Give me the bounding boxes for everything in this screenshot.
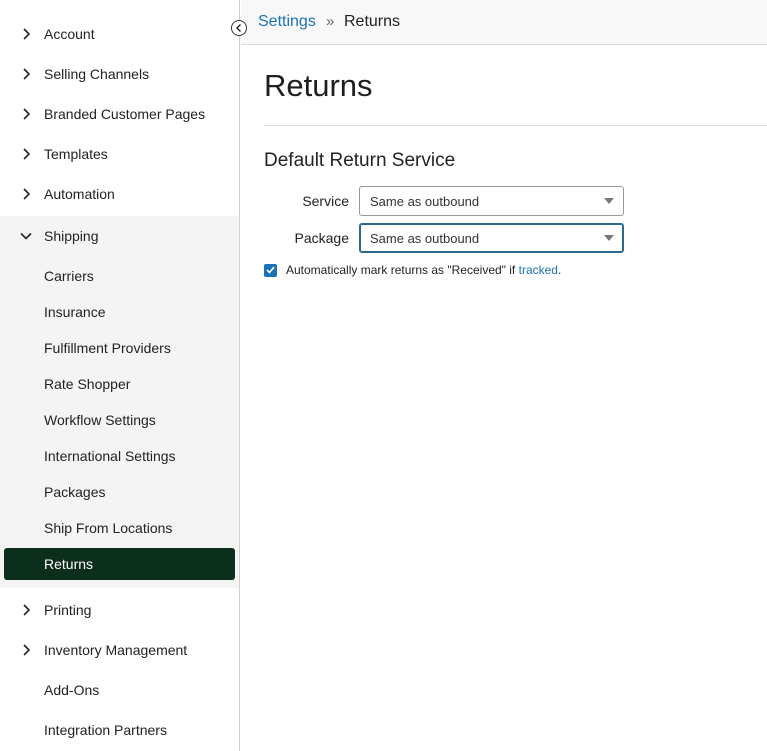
sidebar-item-label: Account (44, 26, 95, 42)
checkmark-icon (266, 266, 275, 274)
sidebar-subitem-label: Returns (44, 556, 94, 572)
service-label: Service (302, 193, 349, 209)
sidebar-item-label: Templates (44, 146, 108, 162)
sidebar-subitem-label: Carriers (44, 268, 94, 284)
sidebar-item-add-ons[interactable]: Add-Ons (0, 670, 239, 710)
sidebar-item-label: Inventory Management (44, 642, 188, 658)
sidebar-item-inventory-management[interactable]: Inventory Management (0, 630, 239, 670)
dropdown-caret-icon (604, 198, 614, 204)
sidebar-item-branded-customer-pages[interactable]: Branded Customer Pages (0, 94, 239, 134)
sidebar-subitem-international-settings[interactable]: International Settings (0, 438, 239, 474)
chevron-right-icon (18, 642, 34, 658)
package-select-value: Same as outbound (370, 230, 480, 246)
sidebar-subitem-insurance[interactable]: Insurance (0, 294, 239, 330)
sidebar-item-selling-channels[interactable]: Selling Channels (0, 54, 239, 94)
package-select[interactable]: Same as outbound (359, 223, 624, 253)
chevron-down-icon (18, 228, 34, 244)
sidebar-item-label: Integration Partners (44, 722, 167, 738)
sidebar-item-templates[interactable]: Templates (0, 134, 239, 174)
sidebar-item-label: Automation (44, 186, 115, 202)
shipping-submenu: Shipping Carriers Insurance Fulfillment … (0, 216, 239, 588)
sidebar-subitem-packages[interactable]: Packages (0, 474, 239, 510)
chevron-right-icon (18, 26, 34, 42)
breadcrumb: Settings » Returns (241, 0, 767, 45)
chevron-right-icon (18, 106, 34, 122)
chevron-left-icon (235, 23, 243, 33)
sidebar-item-printing[interactable]: Printing (0, 590, 239, 630)
auto-mark-received-checkbox[interactable] (264, 263, 277, 277)
auto-mark-received-label: Automatically mark returns as "Received"… (286, 263, 561, 277)
service-select-value: Same as outbound (370, 193, 480, 209)
breadcrumb-settings-link[interactable]: Settings (258, 13, 316, 31)
auto-mark-received-period: . (557, 263, 562, 277)
sidebar-item-label: Selling Channels (44, 66, 150, 82)
sidebar-item-automation[interactable]: Automation (0, 174, 239, 214)
sidebar-subitem-ship-from-locations[interactable]: Ship From Locations (0, 510, 239, 546)
dropdown-caret-icon (604, 235, 614, 241)
breadcrumb-separator: » (326, 13, 335, 30)
sidebar-subitem-returns[interactable]: Returns (4, 548, 235, 580)
auto-mark-received-row: Automatically mark returns as "Received"… (264, 262, 561, 278)
chevron-right-icon (18, 602, 34, 618)
sidebar-subitem-label: International Settings (44, 448, 176, 464)
chevron-right-icon (18, 186, 34, 202)
sidebar-subitem-carriers[interactable]: Carriers (0, 258, 239, 294)
sidebar-subitem-label: Fulfillment Providers (44, 340, 171, 356)
sidebar-subitem-label: Rate Shopper (44, 376, 131, 392)
tracked-link[interactable]: tracked (519, 263, 558, 277)
sidebar-item-label: Shipping (44, 228, 99, 244)
package-label: Package (294, 230, 349, 246)
sidebar-subitem-label: Insurance (44, 304, 106, 320)
settings-sidebar: Account Selling Channels Branded Custome… (0, 0, 240, 751)
service-select[interactable]: Same as outbound (359, 186, 624, 216)
sidebar-item-label: Add-Ons (44, 682, 100, 698)
collapse-sidebar-button[interactable] (231, 20, 247, 36)
sidebar-item-integration-partners[interactable]: Integration Partners (0, 710, 239, 750)
section-title: Default Return Service (264, 150, 456, 171)
sidebar-item-shipping[interactable]: Shipping (0, 216, 239, 256)
title-divider (264, 125, 767, 126)
sidebar-subitem-label: Ship From Locations (44, 520, 173, 536)
chevron-right-icon (18, 66, 34, 82)
chevron-right-icon (18, 146, 34, 162)
sidebar-subitem-workflow-settings[interactable]: Workflow Settings (0, 402, 239, 438)
sidebar-subitem-label: Workflow Settings (44, 412, 156, 428)
sidebar-item-label: Printing (44, 602, 92, 618)
sidebar-subitem-rate-shopper[interactable]: Rate Shopper (0, 366, 239, 402)
page-title: Returns (264, 68, 373, 103)
breadcrumb-current: Returns (344, 13, 401, 30)
auto-mark-received-text: Automatically mark returns as "Received"… (286, 263, 519, 277)
sidebar-item-account[interactable]: Account (0, 14, 239, 54)
sidebar-subitem-label: Packages (44, 484, 106, 500)
sidebar-item-label: Branded Customer Pages (44, 106, 206, 122)
sidebar-subitem-fulfillment-providers[interactable]: Fulfillment Providers (0, 330, 239, 366)
